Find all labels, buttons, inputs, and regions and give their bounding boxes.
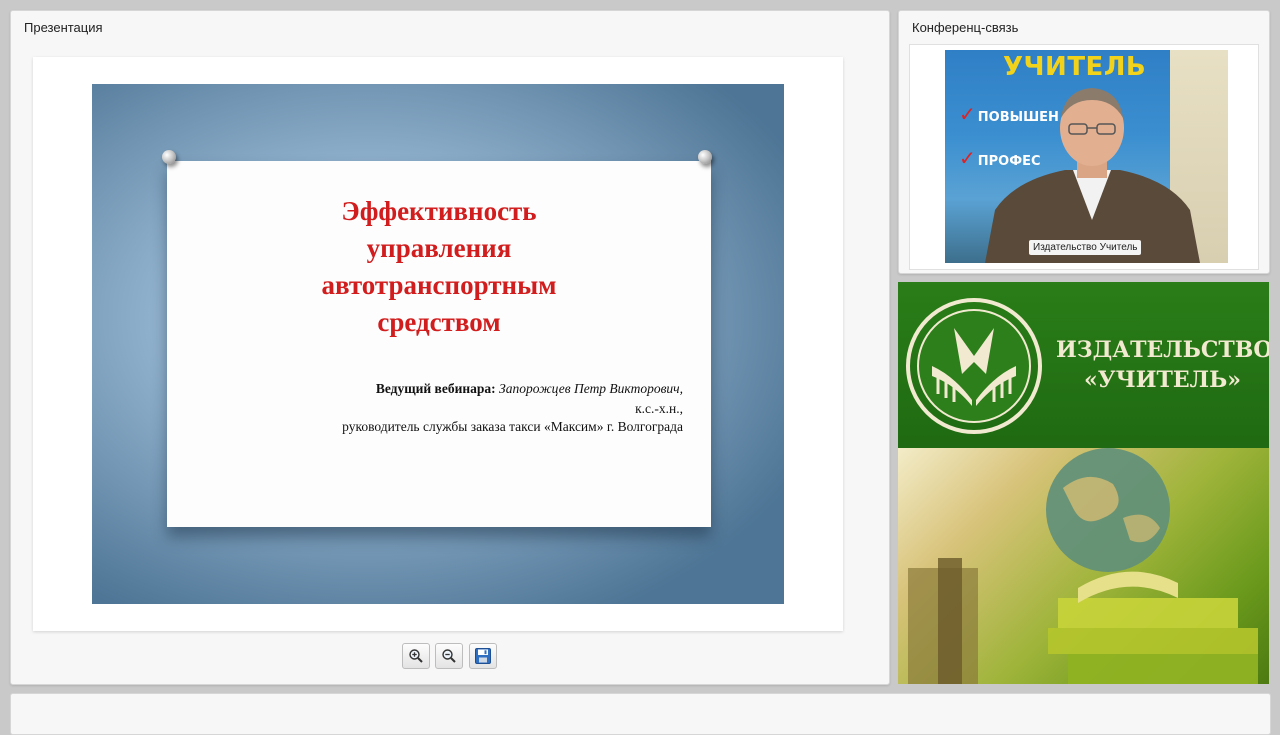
slide-presenter-name: Запорожцев Петр Викторович, xyxy=(499,381,683,396)
publisher-banner-image xyxy=(898,448,1269,684)
presentation-panel-title: Презентация xyxy=(24,20,103,35)
slide-background: Эффективность управления автотранспортны… xyxy=(92,84,784,604)
slide-presenter-degree: к.с.-х.н., xyxy=(635,401,683,416)
publisher-logo-icon xyxy=(906,298,1042,434)
bottom-panel xyxy=(10,693,1271,735)
speaker-figure xyxy=(985,88,1200,263)
slide-presenter-label: Ведущий вебинара: xyxy=(375,381,496,396)
slide-title: Эффективность управления автотранспортны… xyxy=(321,196,557,337)
globe-and-books-illustration xyxy=(908,448,1258,684)
slide-viewer[interactable]: Эффективность управления автотранспортны… xyxy=(33,57,843,631)
pushpin-icon xyxy=(162,150,176,164)
conference-panel: Конференц-связь УЧИТЕЛЬ ✓ ПОВЫШЕН ✓ ПРОФЕС… xyxy=(898,10,1270,274)
zoom-in-icon xyxy=(409,649,423,663)
save-icon xyxy=(475,648,491,664)
presentation-panel: Презентация Эффективность управления авт… xyxy=(10,10,890,685)
publisher-banner-header: ИЗДАТЕЛЬСТВО «УЧИТЕЛЬ» xyxy=(898,282,1269,448)
zoom-out-button[interactable] xyxy=(435,643,463,669)
zoom-in-button[interactable] xyxy=(402,643,430,669)
publisher-name-quoted: «УЧИТЕЛЬ» xyxy=(1084,367,1241,393)
video-frame: УЧИТЕЛЬ ✓ ПОВЫШЕН ✓ ПРОФЕС Издательство Уч… xyxy=(909,44,1259,270)
pushpin-icon xyxy=(698,150,712,164)
webcam-video[interactable]: УЧИТЕЛЬ ✓ ПОВЫШЕН ✓ ПРОФЕС Издательство Уч… xyxy=(945,50,1228,263)
publisher-banner: ИЗДАТЕЛЬСТВО «УЧИТЕЛЬ» xyxy=(898,282,1269,684)
save-button[interactable] xyxy=(469,643,497,669)
slide-presenter-position: руководитель службы заказа такси «Максим… xyxy=(342,419,683,434)
video-caption: Издательство Учитель xyxy=(1029,240,1142,255)
zoom-out-icon xyxy=(442,649,456,663)
slide-presenter-line: Ведущий вебинара: Запорожцев Петр Виктор… xyxy=(376,381,683,397)
slide-card: Эффективность управления автотранспортны… xyxy=(167,161,711,527)
conference-panel-title: Конференц-связь xyxy=(912,20,1019,35)
publisher-name: ИЗДАТЕЛЬСТВО xyxy=(1056,337,1269,363)
